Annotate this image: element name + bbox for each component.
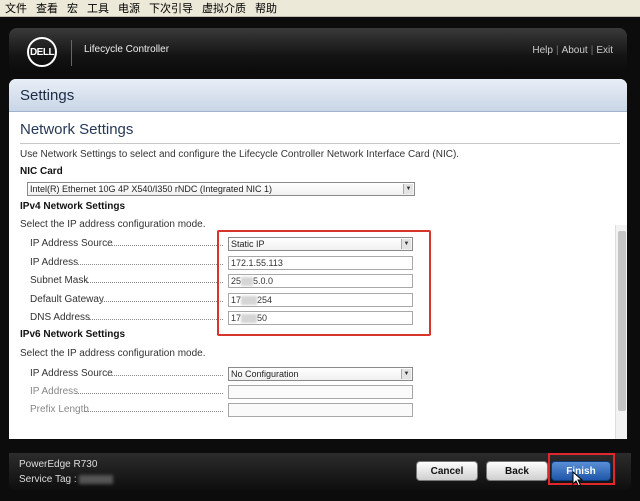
help-link[interactable]: Help — [532, 45, 553, 56]
redaction — [79, 474, 114, 484]
service-tag: Service Tag : — [19, 474, 114, 485]
gateway-label: Default Gateway — [30, 294, 104, 305]
ipv6-source-value: No Configuration — [231, 369, 299, 379]
chevron-down-icon[interactable]: ▼ — [403, 184, 413, 194]
nic-heading: NIC Card — [20, 166, 63, 177]
header-links: Help | About | Exit — [532, 45, 613, 56]
ipv6-heading: IPv6 Network Settings — [20, 329, 126, 340]
scrollbar-thumb[interactable] — [618, 231, 626, 411]
page-title: Settings — [20, 87, 75, 104]
menu-view[interactable]: 查看 — [31, 0, 62, 16]
ipv6-source-label: IP Address Source — [30, 368, 113, 379]
nic-select-value: Intel(R) Ethernet 10G 4P X540/I350 rNDC … — [30, 184, 272, 194]
dotted-leader — [105, 375, 223, 377]
app-footer: PowerEdge R730 Service Tag : Cancel Back… — [9, 453, 631, 491]
dotted-leader — [85, 411, 223, 413]
menu-help[interactable]: 帮助 — [250, 0, 281, 16]
menu-tools[interactable]: 工具 — [82, 0, 113, 16]
section-divider — [20, 143, 620, 144]
ipv4-highlight-box — [217, 230, 431, 336]
ipv6-ip-label: IP Address — [30, 386, 79, 397]
ipv4-ip-label: IP Address — [30, 257, 79, 268]
dotted-leader — [105, 245, 223, 247]
menu-macro[interactable]: 宏 — [62, 0, 82, 16]
prefix-length-label: Prefix Length — [30, 404, 89, 415]
dotted-leader — [101, 301, 223, 303]
menu-virtual-media[interactable]: 虚拟介质 — [197, 0, 250, 16]
settings-panel: Settings Network Settings Use Network Se… — [9, 79, 627, 439]
chevron-down-icon[interactable]: ▼ — [401, 369, 411, 379]
app-header: DELL Lifecycle Controller Help | About | Exi… — [9, 28, 627, 74]
header-divider — [71, 40, 72, 66]
dell-logo: DELL — [27, 37, 57, 67]
page-description: Use Network Settings to select and confi… — [20, 149, 460, 160]
dotted-leader — [84, 282, 223, 284]
dotted-leader — [75, 264, 223, 266]
content-scrollbar[interactable] — [615, 225, 627, 439]
ipv4-source-label: IP Address Source — [30, 238, 113, 249]
subnet-mask-label: Subnet Mask — [30, 275, 89, 286]
back-button[interactable]: Back — [486, 461, 548, 481]
about-link[interactable]: About — [562, 45, 588, 56]
menu-file[interactable]: 文件 — [0, 0, 31, 16]
ipv4-heading: IPv4 Network Settings — [20, 201, 126, 212]
prefix-length-input[interactable] — [228, 403, 413, 417]
dotted-leader — [89, 319, 223, 321]
dotted-leader — [75, 393, 223, 395]
menu-next-boot[interactable]: 下次引导 — [144, 0, 197, 16]
ipv6-description: Select the IP address configuration mode… — [20, 348, 206, 359]
app-title: Lifecycle Controller — [84, 44, 170, 55]
service-tag-label: Service Tag : — [19, 474, 77, 485]
cancel-button[interactable]: Cancel — [416, 461, 478, 481]
settings-bar: Settings — [9, 79, 627, 112]
ipv6-source-select[interactable]: No Configuration ▼ — [228, 367, 413, 381]
nic-select[interactable]: Intel(R) Ethernet 10G 4P X540/I350 rNDC … — [27, 182, 415, 196]
ipv6-ip-input[interactable] — [228, 385, 413, 399]
menu-bar: 文件 查看 宏 工具 电源 下次引导 虚拟介质 帮助 — [0, 0, 640, 17]
dns-label: DNS Address — [30, 312, 91, 323]
mouse-cursor-icon — [572, 471, 584, 487]
menu-power[interactable]: 电源 — [113, 0, 144, 16]
system-model: PowerEdge R730 — [19, 459, 98, 470]
section-title: Network Settings — [20, 121, 134, 138]
ipv4-description: Select the IP address configuration mode… — [20, 219, 206, 230]
exit-link[interactable]: Exit — [596, 45, 613, 56]
